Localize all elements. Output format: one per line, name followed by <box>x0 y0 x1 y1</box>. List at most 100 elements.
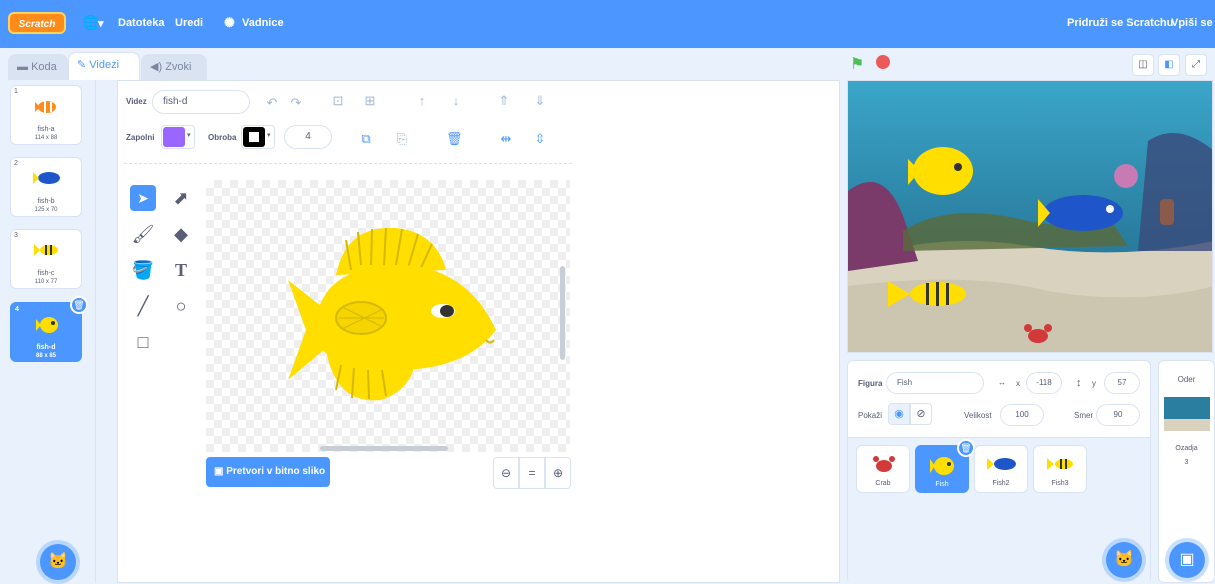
stage-selector[interactable]: Oder Ozadja 3 ▣ <box>1158 360 1215 583</box>
paste-icon[interactable]: ⎘ <box>394 131 410 147</box>
outline-label: Obroba <box>208 133 237 142</box>
show-label: Pokaži <box>858 411 883 420</box>
eraser-tool[interactable]: ◆ <box>168 221 194 247</box>
brush-tool[interactable]: 🖌 <box>130 221 156 247</box>
zoom-in-button[interactable]: ⊕ <box>545 457 571 489</box>
join-scratch-link[interactable]: Pridruži se Scratchu <box>1067 17 1173 29</box>
underwater-backdrop <box>848 81 1212 352</box>
circle-tool[interactable]: ○ <box>168 293 194 319</box>
undo-icon[interactable]: ↶ <box>264 95 280 111</box>
outline-color-picker[interactable]: ▾ <box>241 125 275 149</box>
stop-icon[interactable] <box>876 55 890 69</box>
fill-color-picker[interactable]: ▾ <box>161 125 195 149</box>
copy-icon[interactable]: ⧉ <box>358 131 374 147</box>
x-label: x <box>1016 379 1020 388</box>
costume-list: 1 fish-a 114 x 88 2 fish-b 125 x 70 3 fish… <box>0 80 96 583</box>
backdrops-count: 3 <box>1184 459 1189 466</box>
tab-costumes[interactable]: ✎ Videzi <box>68 52 140 80</box>
chevron-down-icon: ▾ <box>267 132 271 139</box>
reshape-tool[interactable]: ⬈ <box>168 185 194 211</box>
backdrop-icon: ▣ <box>1179 551 1195 568</box>
crab-thumbnail <box>873 456 895 472</box>
stage-title: Oder <box>1177 375 1196 384</box>
choose-sprite-button[interactable]: 🐱 <box>1106 542 1142 578</box>
delete-costume-icon[interactable]: 🗑 <box>70 296 88 314</box>
tab-sounds[interactable]: ◀) Zvoki <box>141 54 207 80</box>
large-stage-icon[interactable]: ◧ <box>1158 54 1180 76</box>
stage[interactable] <box>847 80 1213 353</box>
size-input[interactable]: 100 <box>1000 404 1044 426</box>
fish3-thumbnail <box>1047 458 1073 470</box>
small-stage-icon[interactable]: ◫ <box>1132 54 1154 76</box>
sprite-info-panel: Figura Fish ↔ x -118 ↕ y 57 Pokaži ◉ ⊘ V… <box>847 360 1151 584</box>
image-icon: ▣ <box>214 466 224 477</box>
scratch-logo[interactable]: Scratch <box>8 12 66 34</box>
outline-width-input[interactable]: 4 <box>284 125 332 149</box>
horizontal-scrollbar[interactable] <box>320 446 448 451</box>
menu-edit[interactable]: Uredi <box>175 17 203 29</box>
sprite-item[interactable]: Fish3 <box>1033 445 1087 493</box>
sprite-item[interactable]: Crab <box>856 445 910 493</box>
fullscreen-icon[interactable]: ⤢ <box>1185 54 1207 76</box>
ungroup-icon[interactable]: ⊞ <box>362 93 378 109</box>
sprite-name-input[interactable]: Fish <box>886 372 984 394</box>
select-tool[interactable]: ➤ <box>130 185 156 211</box>
cat-icon: 🐱 <box>1114 551 1134 568</box>
green-flag-icon[interactable]: ⚑ <box>850 54 864 74</box>
show-sprite-icon[interactable]: ◉ <box>888 403 910 425</box>
stripedfish-thumbnail <box>34 244 58 256</box>
hide-sprite-icon[interactable]: ⊘ <box>910 403 932 425</box>
sprite-item-selected[interactable]: Fish 🗑 <box>915 439 975 493</box>
outline-swatch <box>243 127 265 147</box>
flip-horizontal-icon[interactable]: ⇹ <box>498 131 514 147</box>
text-tool[interactable]: T <box>168 257 194 283</box>
menu-tutorials[interactable]: Vadnice <box>242 17 284 29</box>
costume-item[interactable]: 2 fish-b 125 x 70 <box>10 157 82 217</box>
front-icon[interactable]: ⇑ <box>496 93 512 109</box>
back-icon[interactable]: ⇓ <box>532 93 548 109</box>
y-input[interactable]: 57 <box>1104 372 1140 394</box>
paintbrush-icon: ✎ <box>77 59 87 71</box>
direction-input[interactable]: 90 <box>1096 404 1140 426</box>
costume-name-label: Videz <box>126 97 147 106</box>
group-icon[interactable]: ⊡ <box>330 93 346 109</box>
costume-item[interactable]: 1 fish-a 114 x 88 <box>10 85 82 145</box>
drawing-canvas[interactable] <box>206 180 570 452</box>
rectangle-tool[interactable]: □ <box>130 329 156 355</box>
convert-to-bitmap-button[interactable]: ▣ Pretvori v bitno sliko <box>206 457 330 487</box>
backward-icon[interactable]: ↓ <box>448 93 464 109</box>
choose-costume-button[interactable]: 🐱 <box>40 544 76 580</box>
forward-icon[interactable]: ↑ <box>414 93 430 109</box>
vertical-scrollbar[interactable] <box>560 266 565 360</box>
line-tool[interactable]: ╱ <box>130 293 156 319</box>
direction-label: Smer <box>1074 411 1094 420</box>
costume-name-input[interactable]: fish-d <box>152 90 250 114</box>
costume-item[interactable]: 3 fish-c 110 x 77 <box>10 229 82 289</box>
costume-item-selected[interactable]: 4 🗑 fish-d 88 x 85 <box>10 296 88 362</box>
fill-tool[interactable]: 🪣 <box>130 257 156 283</box>
size-label: Velikost <box>964 411 992 420</box>
delete-sprite-icon[interactable]: 🗑 <box>957 439 975 457</box>
tab-code[interactable]: ▬ Koda <box>8 54 68 80</box>
y-label: y <box>1092 379 1096 388</box>
fill-swatch <box>163 127 185 147</box>
speaker-icon: ◀) <box>150 61 163 73</box>
cat-icon: 🐱 <box>48 553 68 570</box>
zoom-out-button[interactable]: ⊖ <box>493 457 519 489</box>
flip-vertical-icon[interactable]: ⇳ <box>532 131 548 147</box>
y-arrow-icon: ↕ <box>1076 377 1082 389</box>
sprite-item[interactable]: Fish2 <box>974 445 1028 493</box>
zoom-reset-button[interactable]: = <box>519 457 545 489</box>
lightbulb-icon: ✺ <box>224 15 235 30</box>
delete-icon[interactable]: 🗑 <box>446 131 463 147</box>
x-input[interactable]: -118 <box>1026 372 1062 394</box>
fill-label: Zapolni <box>126 133 155 142</box>
sign-in-link[interactable]: Vpiši se <box>1171 17 1213 29</box>
redo-icon[interactable]: ↷ <box>288 95 304 111</box>
fish-thumbnail <box>930 457 954 475</box>
menu-file[interactable]: Datoteka <box>118 17 164 29</box>
bluefish-thumbnail <box>33 172 60 184</box>
sprite-label: Figura <box>858 379 883 388</box>
globe-icon[interactable]: 🌐 <box>82 14 99 31</box>
choose-backdrop-button[interactable]: ▣ <box>1169 542 1205 578</box>
